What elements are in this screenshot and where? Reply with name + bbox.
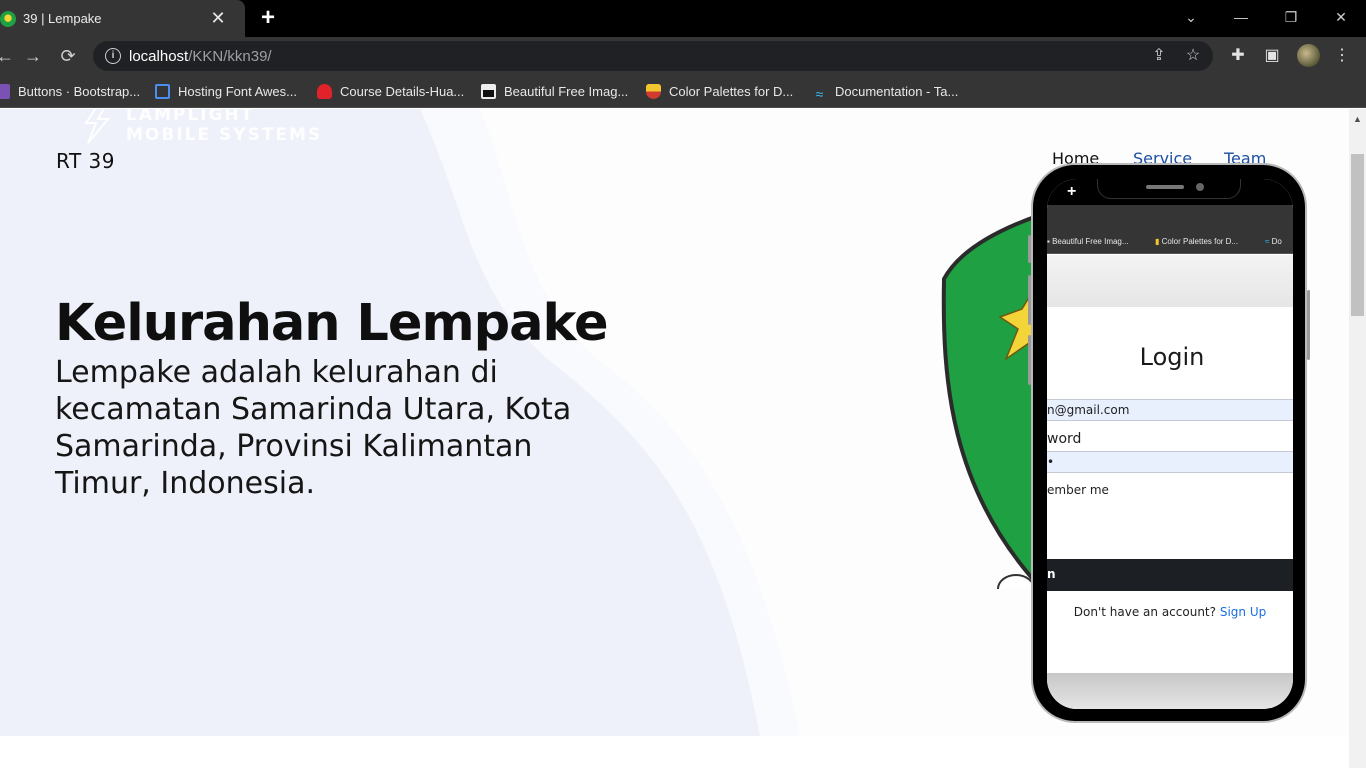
tab-close-icon[interactable]: ✕ — [208, 8, 228, 28]
phone-camera — [1196, 183, 1204, 191]
forward-button[interactable]: → — [22, 45, 44, 67]
signup-prompt: Don't have an account? — [1073, 605, 1216, 619]
phone-speaker — [1146, 185, 1184, 189]
phone-side-button — [1028, 235, 1031, 263]
maximize-button[interactable]: ❐ — [1276, 6, 1306, 28]
info-icon[interactable]: i — [105, 48, 121, 64]
tab-strip: 39 | Lempake ✕ + ⌄ — ❐ ✕ — [0, 0, 1366, 37]
phone-new-tab-icon: + — [1067, 183, 1077, 200]
logo-watermark: LAMPLIGHT MOBILE SYSTEMS — [126, 109, 323, 145]
phone-bookmark: ▪ Beautiful Free Imag... — [1047, 237, 1129, 246]
tailwind-icon: ≈ — [815, 86, 824, 102]
share-icon[interactable]: ⇪ — [1149, 46, 1169, 66]
url-text: localhost/KKN/kkn39/ — [129, 48, 272, 65]
login-title: Login — [1139, 343, 1205, 371]
phone-bottom-bar — [1047, 673, 1293, 709]
signup-row: Don't have an account? Sign Up — [1047, 605, 1293, 619]
bookmark-unsplash[interactable]: Beautiful Free Imag... — [481, 83, 628, 101]
palette-icon — [646, 84, 661, 99]
avatar[interactable] — [1297, 44, 1320, 67]
email-field[interactable]: n@gmail.com — [1047, 399, 1293, 421]
close-window-button[interactable]: ✕ — [1326, 6, 1356, 28]
password-label: word — [1047, 431, 1082, 447]
signup-link[interactable]: Sign Up — [1220, 605, 1266, 619]
browser-tab[interactable]: 39 | Lempake ✕ — [0, 0, 245, 37]
phone-side-button — [1028, 275, 1031, 325]
minimize-button[interactable]: — — [1226, 6, 1256, 28]
tab-title: 39 | Lempake — [23, 11, 102, 26]
phone-bookmark: ▮ Color Palettes for D... — [1155, 237, 1239, 246]
extensions-icon[interactable]: ✚ — [1227, 45, 1249, 67]
site-brand[interactable]: RT 39 — [56, 149, 115, 173]
web-page: LAMPLIGHT MOBILE SYSTEMS RT 39 Home Serv… — [0, 109, 1349, 768]
back-button[interactable]: ← — [0, 45, 16, 67]
phone-side-button — [1028, 335, 1031, 385]
login-button[interactable]: n — [1047, 559, 1293, 591]
phone-screen: + ▪ Beautiful Free Imag... ▮ Color Palet… — [1047, 179, 1293, 709]
unsplash-icon — [481, 84, 496, 99]
scrollbar-thumb[interactable] — [1351, 154, 1364, 316]
phone-browser-toolbar — [1047, 205, 1293, 231]
star-icon[interactable]: ☆ — [1183, 46, 1203, 66]
logo-icon — [84, 109, 111, 144]
phone-bookmark: ≈ Do — [1265, 237, 1282, 246]
bookmark-tailwind[interactable]: ≈ Documentation - Ta... — [812, 83, 959, 102]
phone-mockup: + ▪ Beautiful Free Imag... ▮ Color Palet… — [1028, 163, 1310, 723]
phone-power-button — [1307, 290, 1310, 360]
browser-toolbar: ← → ⟳ i localhost/KKN/kkn39/ ⇪ ☆ ✚ ▣ ⋮ — [0, 37, 1366, 75]
address-bar[interactable]: i localhost/KKN/kkn39/ ⇪ ☆ — [93, 41, 1213, 71]
flag-icon — [155, 84, 170, 99]
menu-icon[interactable]: ⋮ — [1331, 45, 1353, 67]
tab-search-icon[interactable]: ⌄ — [1176, 6, 1206, 28]
phone-bookmarks-bar: ▪ Beautiful Free Imag... ▮ Color Palette… — [1047, 231, 1293, 254]
remember-me-checkbox[interactable]: ember me — [1047, 483, 1109, 497]
bookmark-bootstrap[interactable]: Buttons · Bootstrap... — [0, 83, 140, 101]
reload-button[interactable]: ⟳ — [57, 45, 79, 67]
bookmark-color-palettes[interactable]: Color Palettes for D... — [646, 83, 793, 101]
hero-title: Kelurahan Lempake — [55, 294, 609, 353]
password-field[interactable]: • — [1047, 451, 1293, 473]
side-panel-icon[interactable]: ▣ — [1261, 45, 1283, 67]
phone-notch — [1097, 179, 1241, 199]
new-tab-button[interactable]: + — [256, 6, 280, 30]
hero-description: Lempake adalah kelurahan di kecamatan Sa… — [55, 355, 572, 501]
bookmark-font-awesome[interactable]: Hosting Font Awes... — [155, 83, 297, 101]
phone-page-header — [1047, 255, 1293, 307]
bookmarks-bar: Buttons · Bootstrap... Hosting Font Awes… — [0, 75, 1366, 108]
huawei-icon — [317, 84, 332, 99]
scroll-up-icon[interactable]: ▲ — [1349, 113, 1366, 125]
bootstrap-icon — [0, 84, 10, 99]
tab-favicon-icon — [0, 11, 16, 27]
page-scrollbar[interactable]: ▲ — [1349, 109, 1366, 768]
bookmark-huawei[interactable]: Course Details-Hua... — [317, 83, 464, 101]
